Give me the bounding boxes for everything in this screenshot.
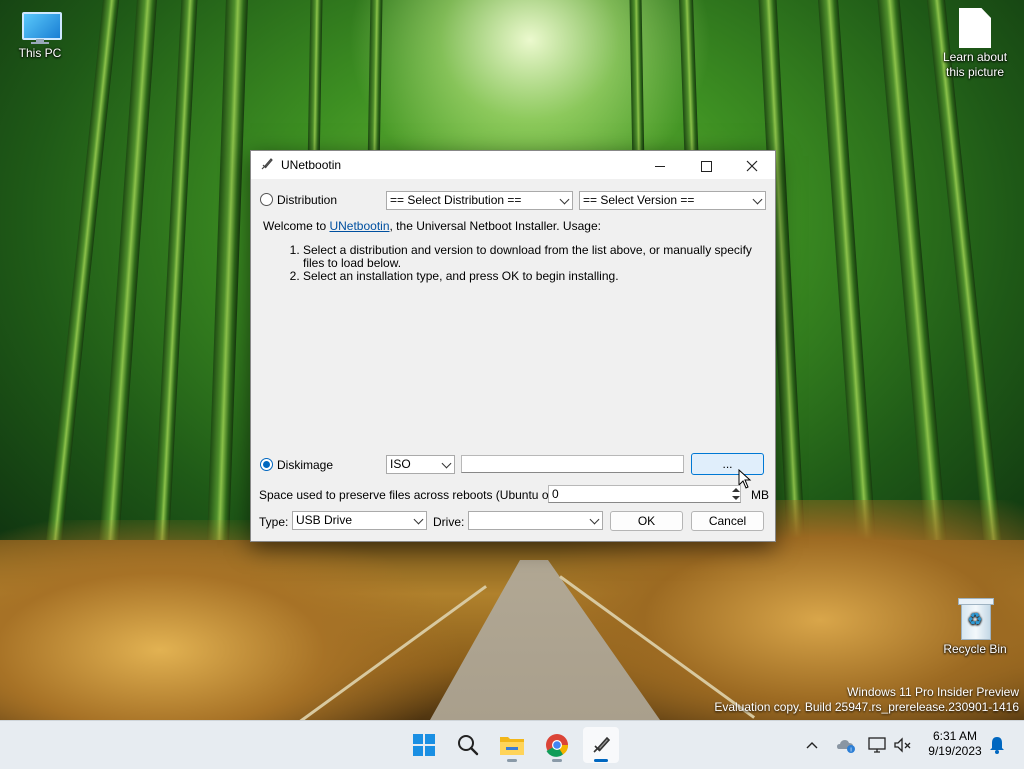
version-select[interactable]: == Select Version ==: [579, 191, 766, 210]
chevron-down-icon: [559, 194, 570, 205]
persist-label: Space used to preserve files across rebo…: [259, 488, 572, 502]
spin-up-icon[interactable]: [732, 488, 740, 492]
search-icon: [458, 735, 479, 756]
type-select-value: USB Drive: [296, 513, 353, 527]
desktop-icon-label: Learn about this picture: [942, 50, 1008, 79]
diskimage-format-select[interactable]: ISO: [386, 455, 455, 474]
distribution-radio[interactable]: [260, 193, 273, 206]
drive-select[interactable]: [468, 511, 603, 530]
minimize-button[interactable]: [637, 151, 683, 179]
taskbar-chrome[interactable]: [539, 727, 575, 763]
desktop-icon-label: Recycle Bin: [943, 642, 1007, 656]
running-indicator: [507, 759, 517, 762]
window-title: UNetbootin: [281, 158, 342, 172]
distribution-select[interactable]: == Select Distribution ==: [386, 191, 573, 210]
chevron-down-icon: [589, 514, 600, 525]
welcome-text: Welcome to UNetbootin, the Universal Net…: [263, 220, 763, 233]
spin-down-icon[interactable]: [732, 496, 740, 500]
type-label: Type:: [259, 515, 289, 529]
watermark-build: Evaluation copy. Build 25947.rs_prerelea…: [714, 700, 1019, 714]
clock-date: 9/19/2023: [928, 744, 982, 758]
drive-label: Drive:: [433, 515, 465, 529]
distribution-select-value: == Select Distribution ==: [390, 193, 522, 207]
unetbootin-app-icon: [261, 158, 273, 170]
distribution-label: Distribution: [277, 193, 338, 207]
chrome-icon: [546, 734, 569, 757]
taskbar-unetbootin[interactable]: [583, 727, 619, 763]
maximize-button[interactable]: [683, 151, 729, 179]
usage-step: Select an installation type, and press O…: [303, 270, 763, 283]
network-icon[interactable]: [867, 736, 887, 754]
desktop-icon-this-pc[interactable]: This PC: [0, 10, 80, 60]
watermark-edition: Windows 11 Pro Insider Preview: [847, 685, 1019, 699]
computer-icon: [20, 10, 62, 44]
unetbootin-window: UNetbootin Distribution == Select Distri…: [250, 150, 776, 542]
close-button[interactable]: [729, 151, 775, 179]
notification-bell-icon[interactable]: [988, 735, 1006, 755]
persist-spinner[interactable]: [730, 485, 742, 503]
unetbootin-icon: [593, 736, 611, 753]
taskbar: i 6:31 AM 9/19/2023: [0, 720, 1024, 769]
start-icon: [413, 734, 435, 756]
welcome-suffix: , the Universal Netboot Installer. Usage…: [389, 219, 601, 233]
persist-size-input[interactable]: 0: [548, 485, 741, 503]
volume-muted-icon[interactable]: [893, 736, 913, 754]
desktop-icon-learn-about-picture[interactable]: Learn about this picture: [935, 8, 1015, 80]
diskimage-path-input[interactable]: [461, 455, 684, 473]
running-indicator: [552, 759, 562, 762]
file-explorer-icon: [500, 737, 524, 755]
active-indicator: [594, 759, 608, 762]
clock-time: 6:31 AM: [932, 729, 978, 743]
chevron-up-icon[interactable]: [804, 737, 820, 753]
welcome-prefix: Welcome to: [263, 219, 330, 233]
desktop-icon-label: This PC: [18, 46, 62, 60]
os-watermark: Windows 11 Pro Insider Preview Evaluatio…: [714, 685, 1019, 715]
diskimage-format-value: ISO: [390, 457, 411, 471]
usage-step: Select a distribution and version to dow…: [303, 244, 763, 270]
cancel-button[interactable]: Cancel: [691, 511, 764, 531]
desktop-icon-recycle-bin[interactable]: ♻ Recycle Bin: [935, 598, 1015, 656]
usage-info: Welcome to UNetbootin, the Universal Net…: [263, 220, 763, 283]
diskimage-radio[interactable]: [260, 458, 273, 471]
unetbootin-link[interactable]: UNetbootin: [329, 219, 389, 233]
svg-text:i: i: [850, 748, 851, 754]
persist-unit: MB: [751, 488, 769, 502]
browse-button[interactable]: ...: [691, 453, 764, 475]
chevron-down-icon: [413, 514, 424, 525]
ok-button[interactable]: OK: [610, 511, 683, 531]
onedrive-icon[interactable]: i: [836, 736, 856, 754]
start-button[interactable]: [406, 727, 442, 763]
recycle-bin-icon: ♻: [958, 598, 994, 640]
diskimage-label: Diskimage: [277, 458, 334, 472]
type-select[interactable]: USB Drive: [292, 511, 427, 530]
title-bar[interactable]: UNetbootin: [251, 151, 775, 179]
close-icon: [746, 160, 758, 172]
taskbar-file-explorer[interactable]: [494, 727, 530, 763]
usage-steps: Select a distribution and version to dow…: [263, 244, 763, 283]
system-clock[interactable]: 6:31 AM 9/19/2023: [922, 729, 988, 759]
search-button[interactable]: [450, 727, 486, 763]
chevron-down-icon: [752, 194, 763, 205]
version-select-value: == Select Version ==: [583, 193, 695, 207]
chevron-down-icon: [441, 458, 452, 469]
document-icon: [959, 8, 991, 48]
